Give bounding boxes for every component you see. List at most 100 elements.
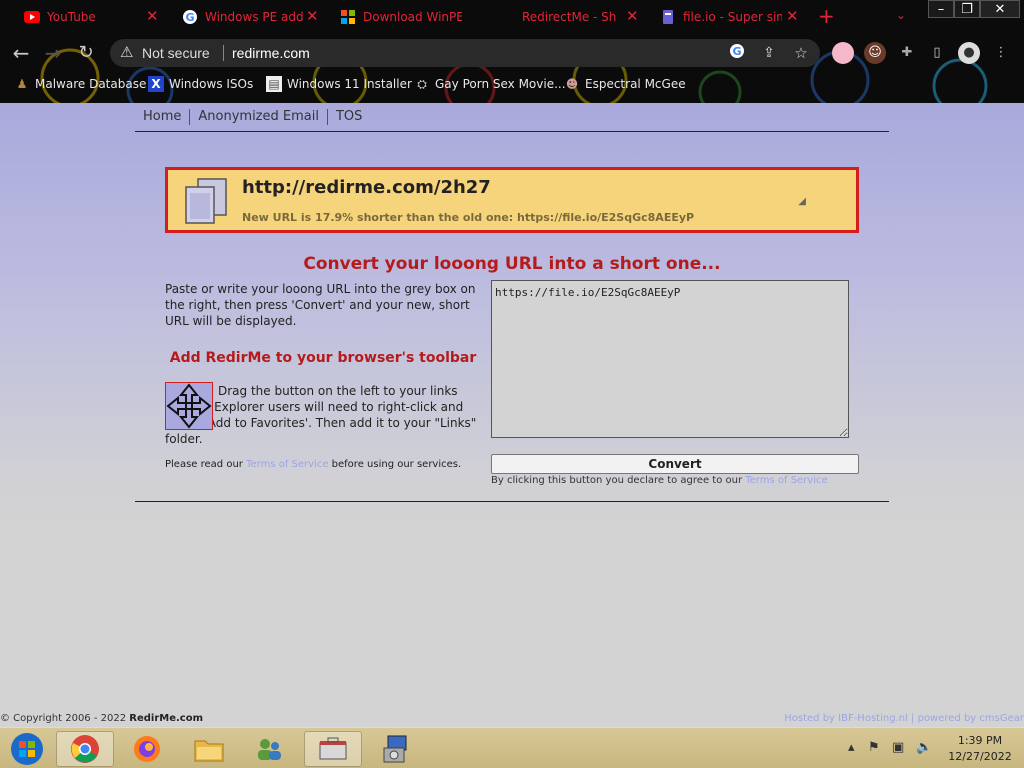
warning-icon[interactable]: ⚠ [120, 43, 133, 61]
taskbar-installer-app[interactable] [366, 731, 424, 767]
profile-icon[interactable]: ● [958, 42, 980, 64]
volume-icon[interactable]: 🔈 [916, 741, 932, 755]
footer-credits: Hosted by IBF-Hosting.nl | powered by cm… [784, 713, 1024, 724]
toolbox-icon [319, 737, 347, 760]
terms-notice: Please read our Terms of Service before … [165, 459, 461, 470]
action-center-flag-icon[interactable]: ⚑ [868, 741, 880, 755]
reload-icon[interactable]: ↻ [75, 42, 97, 64]
bookmark-espectral-mcgee[interactable]: ☻ Espectral McGee [564, 76, 686, 92]
taskbar-file-explorer[interactable] [180, 731, 238, 767]
bookmark-windows-11-installer[interactable]: ▤ Windows 11 Installer [266, 76, 412, 92]
tab-close-icon[interactable]: ✕ [626, 8, 639, 24]
clock-time: 1:39 PM [957, 734, 1003, 747]
folder-icon [194, 740, 224, 762]
taskbar-firefox[interactable] [118, 731, 176, 767]
users-icon [258, 739, 281, 760]
bookmark-windows-isos[interactable]: X Windows ISOs [148, 76, 253, 92]
forward-icon[interactable]: → [42, 42, 64, 64]
restore-icon[interactable]: ❐ [954, 0, 980, 18]
taskbar-toolbox-app[interactable] [304, 731, 362, 767]
system-clock[interactable]: 1:39 PM 12/27/2022 [940, 733, 1020, 765]
long-url-input[interactable] [491, 280, 849, 438]
google-lens-icon[interactable]: G [727, 43, 747, 63]
svg-text:G: G [732, 45, 741, 58]
user-icon: ♟ [16, 77, 28, 91]
tab-windows-pe[interactable]: G Windows PE add- [164, 6, 304, 28]
bookmark-label: Malware Database [35, 77, 147, 91]
copyright-text: © Copyright 2006 - 2022 [0, 713, 130, 724]
footer-site-name: RedirMe.com [129, 713, 204, 724]
bookmark-label: Espectral McGee [585, 77, 686, 91]
tab-title: file.io - Super sim [683, 10, 782, 24]
agree-terms-link[interactable]: Terms of Service [745, 475, 827, 486]
draggable-bookmarklet-button[interactable] [165, 382, 213, 430]
bookmark-star-icon[interactable]: ☆ [791, 43, 811, 63]
terms-of-service-link[interactable]: Terms of Service [246, 459, 328, 470]
powered-by-link[interactable]: powered by cmsGear [918, 713, 1024, 724]
extensions-puzzle-icon[interactable]: ✚ [896, 42, 918, 64]
site-nav: Home Anonymized Email TOS [135, 103, 889, 132]
page-icon: ▤ [266, 76, 282, 92]
page-content: Home Anonymized Email TOS http://redirme… [0, 103, 1024, 727]
minimize-icon[interactable]: – [928, 0, 954, 18]
url-text[interactable]: redirme.com [232, 45, 310, 61]
browser-toolbar: ← → ↻ ⚠ Not secure redirme.com G ⇪ ☆ ☺ ✚… [0, 36, 1024, 70]
bookmark-label: Windows ISOs [169, 77, 254, 91]
back-icon[interactable]: ← [10, 42, 32, 64]
terms-notice-prefix: Please read our [165, 459, 247, 470]
copy-documents-icon[interactable] [182, 177, 232, 225]
chevron-down-icon[interactable]: ⌄ [896, 8, 906, 22]
clock-date: 12/27/2022 [948, 750, 1012, 763]
show-hidden-icons-icon[interactable]: ▴ [848, 741, 855, 755]
content-divider [135, 501, 889, 502]
file-io-icon [660, 9, 676, 25]
bookmark-label: Gay Porn Sex Movie... [435, 77, 566, 91]
tab-file-io[interactable]: file.io - Super sim [642, 6, 782, 28]
extension-flag-icon[interactable] [832, 42, 854, 64]
tab-close-icon[interactable]: ✕ [146, 8, 159, 24]
youtube-icon [24, 9, 40, 25]
avatar-icon: ☻ [565, 77, 579, 91]
network-icon[interactable]: ▣ [892, 741, 904, 755]
terms-notice-suffix: before using our services. [328, 459, 462, 470]
extension-avatar-icon[interactable]: ☺ [864, 42, 886, 64]
site-icon: ⛭ [417, 76, 427, 91]
share-icon[interactable]: ⇪ [759, 43, 779, 63]
taskbar: ▴ ⚑ ▣ 🔈 1:39 PM 12/27/2022 [0, 727, 1024, 768]
convert-heading: Convert your looong URL into a short one… [303, 254, 721, 274]
tab-title: Download WinPE [363, 10, 462, 24]
close-window-icon[interactable]: ✕ [980, 0, 1020, 18]
address-bar[interactable]: ⚠ Not secure redirme.com G ⇪ ☆ [110, 39, 820, 67]
nav-home[interactable]: Home [135, 109, 191, 125]
menu-dots-icon[interactable]: ⋮ [990, 42, 1012, 64]
start-button[interactable] [0, 731, 54, 767]
tab-download-winpe[interactable]: Download WinPE [322, 6, 462, 28]
tab-title: RedirectMe - Sh [522, 10, 617, 24]
microsoft-icon [340, 9, 356, 25]
nav-anonymized-email[interactable]: Anonymized Email [190, 109, 328, 125]
short-url[interactable]: http://redirme.com/2h27 [242, 177, 491, 198]
tab-title: Windows PE add- [205, 10, 304, 24]
tab-youtube[interactable]: YouTube [6, 6, 146, 28]
resize-grip-icon[interactable]: ◢ [798, 196, 806, 207]
taskbar-chrome[interactable] [56, 731, 114, 767]
hosted-by-link[interactable]: Hosted by IBF-Hosting.nl [784, 713, 908, 724]
security-label[interactable]: Not secure [142, 45, 210, 61]
tab-close-icon[interactable]: ✕ [786, 8, 799, 24]
taskbar-users-app[interactable] [240, 731, 298, 767]
bookmark-site[interactable]: ⛭ Gay Porn Sex Movie... [414, 76, 566, 92]
tab-redirectme-active[interactable]: RedirectMe - Sh [504, 6, 624, 28]
bookmark-malware-database[interactable]: ♟ Malware Database [14, 76, 147, 92]
footer-separator: | [911, 713, 915, 724]
agree-text: By clicking this button you declare to a… [491, 475, 746, 486]
new-tab-icon[interactable]: + [818, 6, 835, 26]
intro-text: Paste or write your looong URL into the … [165, 282, 476, 328]
nav-tos[interactable]: TOS [328, 109, 370, 125]
side-panel-icon[interactable]: ▯ [926, 42, 948, 64]
move-arrows-icon [166, 383, 212, 429]
convert-button[interactable]: Convert [491, 454, 859, 474]
tab-strip: YouTube ✕ G Windows PE add- ✕ Download W… [0, 0, 1024, 34]
tab-close-icon[interactable]: ✕ [306, 8, 319, 24]
tab-title: YouTube [47, 10, 96, 24]
omnibox-divider [223, 45, 224, 61]
